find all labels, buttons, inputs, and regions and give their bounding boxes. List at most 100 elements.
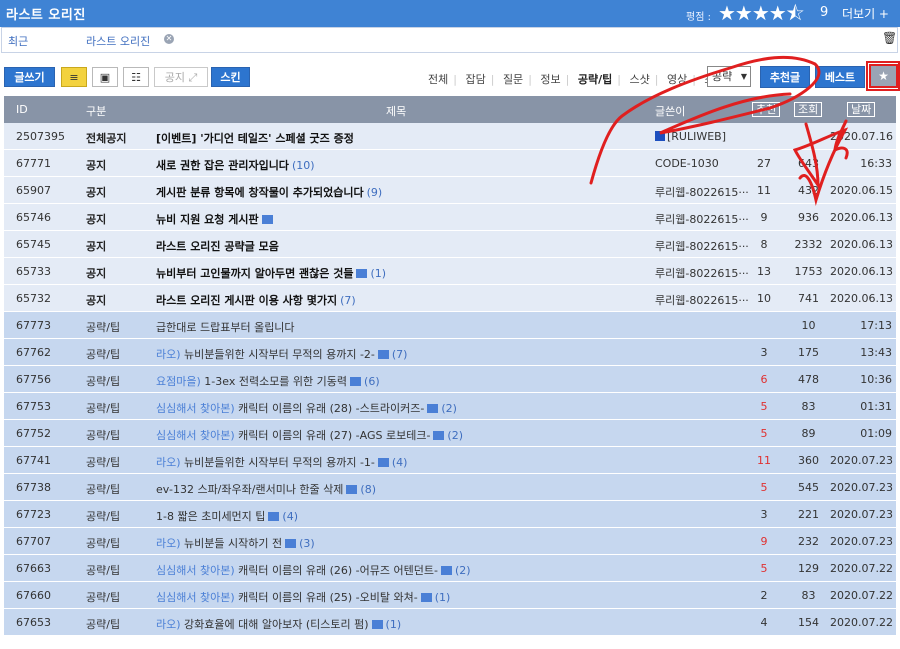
more-link[interactable]: 더보기 +	[842, 5, 889, 22]
tab-video[interactable]: 영상	[667, 73, 687, 86]
author-name[interactable]: 루리웹-8022615···	[655, 186, 749, 199]
comment-count[interactable]: (1)	[386, 618, 402, 631]
recommend-button[interactable]: 추천글	[760, 66, 810, 88]
card-view-icon[interactable]: ☷	[123, 67, 149, 87]
tab-all[interactable]: 전체	[428, 73, 448, 86]
post-title[interactable]: 뉴비부터 고인물까지 알아두면 괜찮은 것들	[156, 267, 353, 280]
author-name[interactable]: CODE-1030	[655, 157, 719, 170]
author-name[interactable]: 루리웹-8022615···	[655, 240, 749, 253]
post-subject[interactable]: 요점마을) 1-3ex 전력소모를 위한 기동력 (6)	[156, 373, 380, 389]
list-view-icon[interactable]: ≡	[61, 67, 87, 87]
post-subject[interactable]: 급한대로 드랍표부터 올립니다	[156, 319, 295, 335]
comment-count[interactable]: (9)	[367, 186, 383, 199]
comment-count[interactable]: (6)	[364, 375, 380, 388]
post-author[interactable]: 루리웹-8022615···	[655, 184, 749, 200]
post-title[interactable]: 새로 권한 잡은 관리자입니다	[156, 159, 289, 172]
category-select[interactable]: 공략 ▼	[707, 66, 751, 87]
post-title[interactable]: 뉴비 지원 요청 게시판	[156, 213, 259, 226]
post-title[interactable]: [이벤트] '가디언 테일즈' 스페셜 굿즈 증정	[156, 132, 354, 145]
comment-count[interactable]: (7)	[392, 348, 408, 361]
comment-count[interactable]: (4)	[282, 510, 298, 523]
post-title[interactable]: ev-132 스파/좌우좌/랜서미나 한줄 삭제	[156, 483, 343, 496]
post-title[interactable]: 뉴비분들위한 시작부터 무적의 용까지 -1-	[184, 456, 375, 469]
comment-count[interactable]: (7)	[340, 294, 356, 307]
post-subject[interactable]: 라스트 오리진 게시판 이용 사항 몇가지 (7)	[156, 292, 356, 308]
notice-toggle-button[interactable]: 공지 ⤢	[154, 67, 208, 87]
table-row[interactable]: 65733 공지 뉴비부터 고인물까지 알아두면 괜찮은 것들 (1) 루리웹-8022…	[4, 258, 896, 285]
table-row[interactable]: 65907 공지 게시판 분류 항목에 창작물이 추가되었습니다 (9) 루리웹-802…	[4, 177, 896, 204]
post-subject[interactable]: 뉴비부터 고인물까지 알아두면 괜찮은 것들 (1)	[156, 265, 386, 281]
favorite-star-button[interactable]: ★	[869, 64, 898, 88]
table-row[interactable]: 67762 공략/팁 라오) 뉴비분들위한 시작부터 무적의 용까지 -2- (7) 3…	[4, 339, 896, 366]
table-row[interactable]: 67753 공략/팁 심심해서 찾아본) 캐릭터 이름의 유래 (28) -스트라이…	[4, 393, 896, 420]
close-icon[interactable]: ✕	[164, 34, 174, 44]
recent-board-link[interactable]: 라스트 오리진	[86, 33, 150, 49]
post-subject[interactable]: 심심해서 찾아본) 캐릭터 이름의 유래 (26) -어뮤즈 어텐던트- (2)	[156, 562, 471, 578]
post-subject[interactable]: 새로 권한 잡은 관리자입니다 (10)	[156, 157, 315, 173]
post-subject[interactable]: 뉴비 지원 요청 게시판	[156, 211, 273, 227]
image-view-icon[interactable]: ▣	[92, 67, 118, 87]
post-title[interactable]: 게시판 분류 항목에 창작물이 추가되었습니다	[156, 186, 364, 199]
post-subject[interactable]: 심심해서 찾아본) 캐릭터 이름의 유래 (25) -오비탈 와쳐- (1)	[156, 589, 450, 605]
table-row[interactable]: 67663 공략/팁 심심해서 찾아본) 캐릭터 이름의 유래 (26) -어뮤즈 …	[4, 555, 896, 582]
post-title[interactable]: 캐릭터 이름의 유래 (27) -AGS 로보테크-	[238, 429, 430, 442]
post-subject[interactable]: 라오) 뉴비분들위한 시작부터 무적의 용까지 -2- (7)	[156, 346, 407, 362]
comment-count[interactable]: (1)	[435, 591, 451, 604]
post-title[interactable]: 캐릭터 이름의 유래 (26) -어뮤즈 어텐던트-	[238, 564, 438, 577]
comment-count[interactable]: (2)	[441, 402, 457, 415]
col-date[interactable]: 날짜	[847, 102, 876, 117]
post-author[interactable]: 루리웹-8022615···	[655, 292, 749, 308]
tab-question[interactable]: 질문	[503, 73, 523, 86]
comment-count[interactable]: (2)	[447, 429, 463, 442]
post-author[interactable]: 루리웹-8022615···	[655, 211, 749, 227]
trash-icon[interactable]: 🗑	[882, 31, 897, 45]
comment-count[interactable]: (2)	[455, 564, 471, 577]
table-row[interactable]: 65746 공지 뉴비 지원 요청 게시판 루리웹-8022615··· 9 936 202…	[4, 204, 896, 231]
table-row[interactable]: 67771 공지 새로 권한 잡은 관리자입니다 (10) CODE-1030 27 643…	[4, 150, 896, 177]
table-row[interactable]: 67738 공략/팁 ev-132 스파/좌우좌/랜서미나 한줄 삭제 (8) 5 545…	[4, 474, 896, 501]
table-row[interactable]: 67660 공략/팁 심심해서 찾아본) 캐릭터 이름의 유래 (25) -오비탈 …	[4, 582, 896, 609]
board-title[interactable]: 라스트 오리진	[6, 4, 86, 23]
post-title[interactable]: 강화효율에 대해 알아보자 (티스토리 펌)	[184, 618, 369, 631]
post-title[interactable]: 캐릭터 이름의 유래 (25) -오비탈 와쳐-	[238, 591, 418, 604]
tab-info[interactable]: 정보	[540, 73, 560, 86]
table-row[interactable]: 67752 공략/팁 심심해서 찾아본) 캐릭터 이름의 유래 (27) -AGS …	[4, 420, 896, 447]
skin-button[interactable]: 스킨	[211, 67, 250, 87]
table-row[interactable]: 67723 공략/팁 1-8 짧은 초미세먼지 팁 (4) 3 221 2020.07.23	[4, 501, 896, 528]
post-title[interactable]: 라스트 오리진 게시판 이용 사항 몇가지	[156, 294, 337, 307]
post-title[interactable]: 1-8 짧은 초미세먼지 팁	[156, 510, 265, 523]
col-views[interactable]: 조회	[794, 102, 823, 117]
post-subject[interactable]: ev-132 스파/좌우좌/랜서미나 한줄 삭제 (8)	[156, 481, 376, 497]
author-name[interactable]: 루리웹-8022615···	[655, 213, 749, 226]
post-title[interactable]: 뉴비분들위한 시작부터 무적의 용까지 -2-	[184, 348, 375, 361]
table-row[interactable]: 65732 공지 라스트 오리진 게시판 이용 사항 몇가지 (7) 루리웹-80226…	[4, 285, 896, 312]
post-subject[interactable]: 라오) 뉴비분들 시작하기 전 (3)	[156, 535, 315, 551]
post-subject[interactable]: 1-8 짧은 초미세먼지 팁 (4)	[156, 508, 298, 524]
post-author[interactable]: CODE-1030	[655, 157, 719, 170]
post-title[interactable]: 뉴비분들 시작하기 전	[184, 537, 282, 550]
comment-count[interactable]: (8)	[360, 483, 376, 496]
post-subject[interactable]: 라오) 뉴비분들위한 시작부터 무적의 용까지 -1- (4)	[156, 454, 407, 470]
table-row[interactable]: 65745 공지 라스트 오리진 공략글 모음 루리웹-8022615··· 8 2332…	[4, 231, 896, 258]
author-name[interactable]: 루리웹-8022615···	[655, 294, 749, 307]
post-subject[interactable]: 게시판 분류 항목에 창작물이 추가되었습니다 (9)	[156, 184, 382, 200]
post-author[interactable]: [RULIWEB]	[655, 130, 726, 143]
post-title[interactable]: 급한대로 드랍표부터 올립니다	[156, 321, 295, 334]
post-author[interactable]: 루리웹-8022615···	[655, 238, 749, 254]
write-button[interactable]: 글쓰기	[4, 67, 55, 87]
post-subject[interactable]: 라오) 강화효율에 대해 알아보자 (티스토리 펌) (1)	[156, 616, 401, 632]
post-title[interactable]: 라스트 오리진 공략글 모음	[156, 240, 279, 253]
comment-count[interactable]: (3)	[299, 537, 315, 550]
comment-count[interactable]: (10)	[292, 159, 315, 172]
tab-screenshot[interactable]: 스샷	[629, 73, 649, 86]
author-name[interactable]: [RULIWEB]	[667, 130, 726, 143]
comment-count[interactable]: (1)	[370, 267, 386, 280]
table-row[interactable]: 67741 공략/팁 라오) 뉴비분들위한 시작부터 무적의 용까지 -1- (4) 1…	[4, 447, 896, 474]
table-row[interactable]: 67773 공략/팁 급한대로 드랍표부터 올립니다 10 17:13	[4, 312, 896, 339]
post-title[interactable]: 캐릭터 이름의 유래 (28) -스트라이커즈-	[238, 402, 424, 415]
post-subject[interactable]: 심심해서 찾아본) 캐릭터 이름의 유래 (27) -AGS 로보테크- (2)	[156, 427, 463, 443]
post-subject[interactable]: 라스트 오리진 공략글 모음	[156, 238, 279, 254]
author-name[interactable]: 루리웹-8022615···	[655, 267, 749, 280]
post-author[interactable]: 루리웹-8022615···	[655, 265, 749, 281]
post-subject[interactable]: [이벤트] '가디언 테일즈' 스페셜 굿즈 증정	[156, 130, 354, 146]
